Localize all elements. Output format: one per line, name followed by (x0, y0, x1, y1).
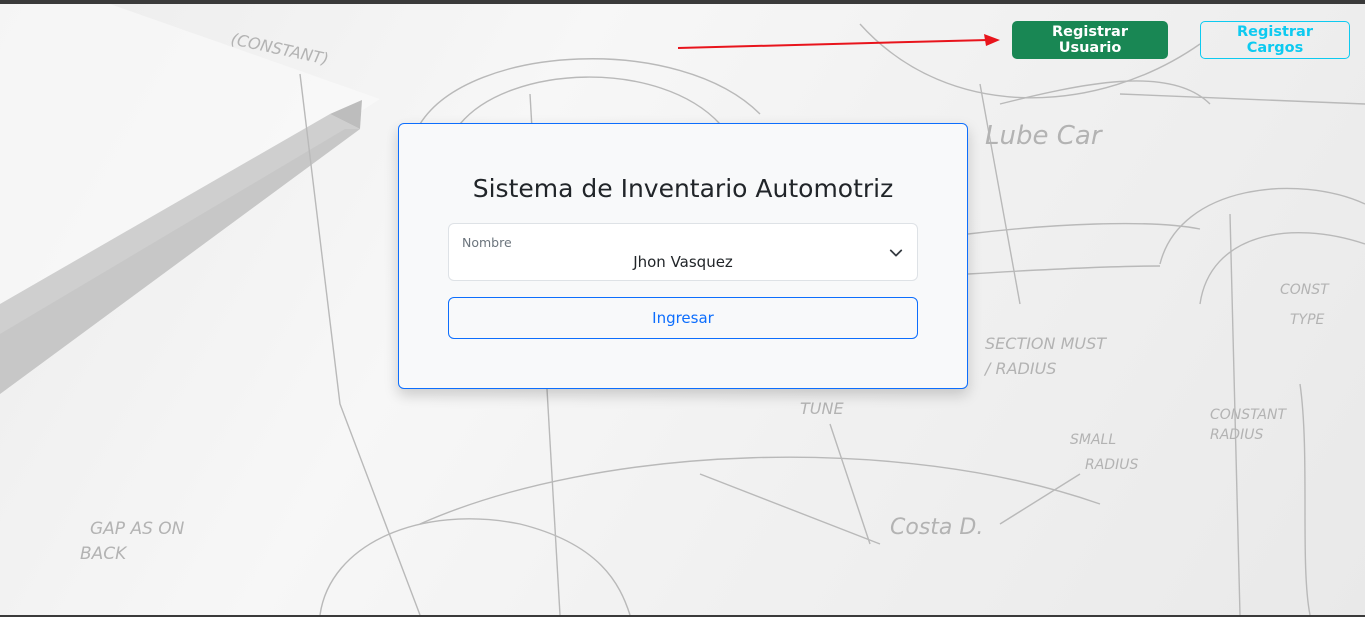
svg-text:BACK: BACK (80, 544, 128, 564)
register-positions-button[interactable]: Registrar Cargos (1200, 21, 1350, 59)
chevron-down-icon (889, 249, 903, 257)
svg-text:SECTION MUST: SECTION MUST (985, 334, 1107, 353)
svg-text:CONST: CONST (1280, 282, 1330, 298)
login-card: Sistema de Inventario Automotriz Nombre … (398, 123, 968, 389)
svg-text:RADIUS: RADIUS (1085, 457, 1138, 473)
svg-text:CONSTANT: CONSTANT (1210, 407, 1287, 423)
svg-text:SMALL: SMALL (1070, 432, 1116, 448)
user-select[interactable]: Nombre Jhon Vasquez (448, 223, 918, 281)
select-floating-label: Nombre (462, 235, 512, 250)
register-user-button[interactable]: Registrar Usuario (1012, 21, 1168, 59)
page-title: Sistema de Inventario Automotriz (472, 174, 894, 203)
red-arrow-annotation (677, 34, 1000, 49)
svg-text:RADIUS: RADIUS (1210, 427, 1263, 443)
svg-text:Lube Car: Lube Car (985, 121, 1104, 151)
svg-text:GAP AS ON: GAP AS ON (90, 519, 185, 539)
login-submit-button[interactable]: Ingresar (448, 297, 918, 339)
svg-text:TYPE: TYPE (1290, 312, 1325, 328)
svg-text:TUNE: TUNE (800, 399, 844, 418)
select-current-value: Jhon Vasquez (633, 253, 733, 271)
svg-text:/ RADIUS: / RADIUS (983, 359, 1056, 378)
svg-text:Costa D.: Costa D. (890, 515, 983, 540)
